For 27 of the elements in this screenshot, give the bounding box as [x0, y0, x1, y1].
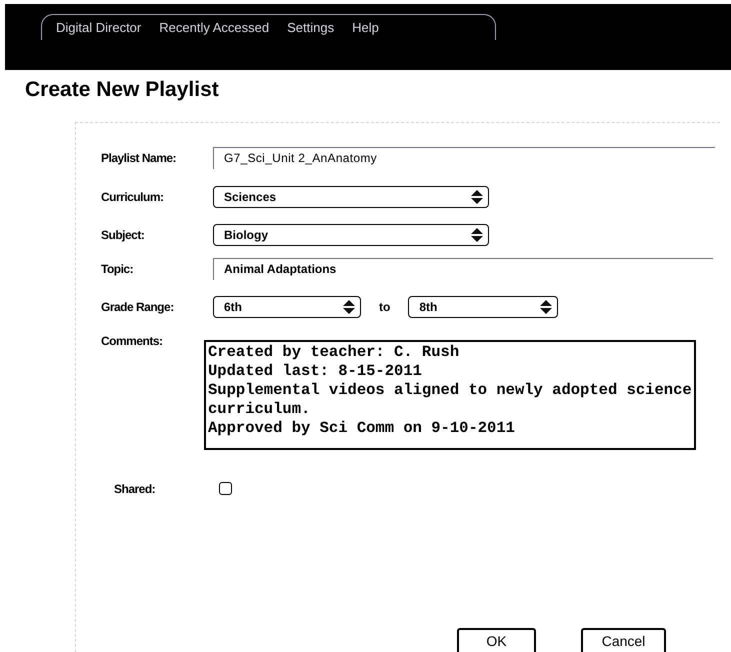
text-field[interactable]: Animal Adaptations — [213, 258, 713, 280]
shared-checkbox[interactable] — [219, 482, 232, 495]
field-label: Grade Range: — [101, 298, 175, 316]
menu-item[interactable]: Settings — [287, 18, 334, 38]
stepper-arrows-icon — [342, 298, 356, 314]
dropdown[interactable]: 6th — [213, 296, 361, 318]
stepper-arrows-icon — [470, 226, 484, 242]
dialog-button[interactable]: Cancel — [581, 628, 666, 652]
menu-item[interactable]: Digital Director — [56, 18, 142, 38]
menu-item[interactable]: Recently Accessed — [159, 18, 270, 38]
page-title: Create New Playlist — [25, 77, 220, 103]
field-label: Comments: — [101, 332, 164, 350]
dropdown[interactable]: 8th — [408, 296, 558, 318]
field-label: Curriculum: — [101, 188, 165, 206]
field-label: Shared: — [114, 480, 156, 498]
field-label: Subject: — [101, 226, 146, 244]
stepper-arrows-icon — [539, 298, 554, 314]
field-label: Topic: — [101, 260, 134, 278]
dropdown[interactable]: Sciences — [213, 186, 489, 208]
dropdown[interactable]: Biology — [213, 224, 489, 246]
field-label: Playlist Name: — [101, 150, 178, 166]
dialog-button[interactable]: OK — [457, 628, 536, 652]
stepper-arrows-icon — [470, 188, 484, 204]
range-separator: to — [379, 298, 390, 316]
comments-field[interactable]: Created by teacher: C. Rush Updated last: 8-15-2011 Supplemental videos aligned to newly adopted science curriculum. Approved by Sci Comm on 9-10-2011 — [204, 340, 696, 450]
text-field[interactable]: G7_Sci_Unit 2_AnAnatomy — [213, 146, 715, 168]
menu-item[interactable]: Help — [352, 18, 379, 38]
